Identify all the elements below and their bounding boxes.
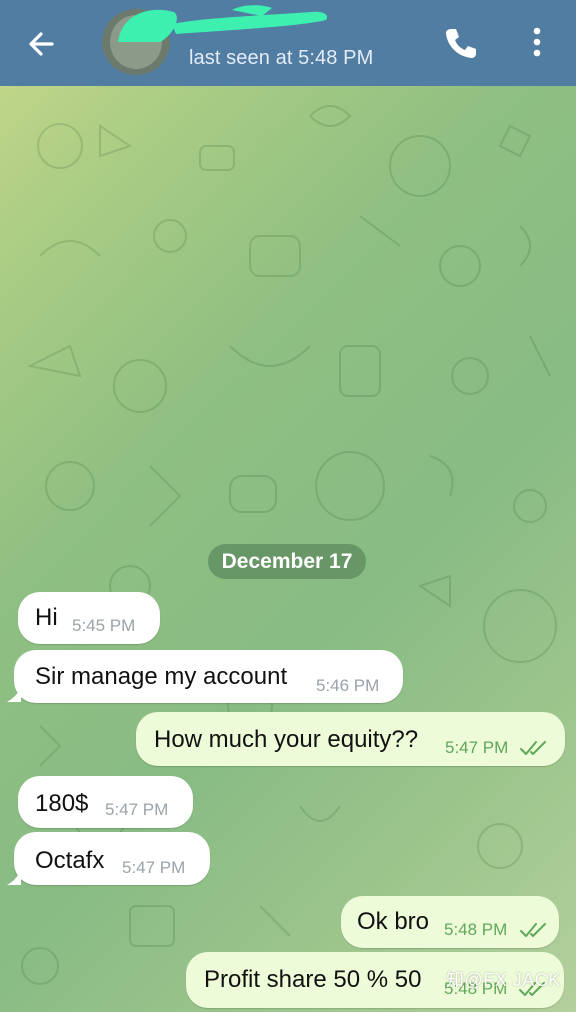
arrow-left-icon[interactable] [22, 24, 62, 64]
message-bubble-outgoing[interactable]: How much your equity?? 5:47 PM [136, 712, 565, 766]
chat-header: last seen at 5:48 PM [0, 0, 576, 86]
last-seen-status: last seen at 5:48 PM [189, 47, 374, 69]
bubble-tail [7, 688, 21, 702]
phone-icon[interactable] [440, 23, 480, 63]
message-bubble-incoming[interactable]: 180$ 5:47 PM [18, 776, 193, 828]
message-time: 5:45 PM [72, 616, 136, 635]
message-time: 5:46 PM [316, 676, 380, 695]
redacted-name-scribble [118, 5, 328, 42]
message-text: Octafx [35, 847, 105, 874]
date-separator: December 17 [208, 544, 366, 579]
double-check-icon [520, 923, 546, 937]
message-bubble-incoming[interactable]: Hi 5:45 PM [18, 592, 160, 644]
more-vertical-icon[interactable] [526, 22, 548, 62]
message-time: 5:47 PM [105, 800, 169, 819]
message-bubble-incoming[interactable]: Octafx 5:47 PM [14, 832, 210, 885]
message-bubble-incoming[interactable]: Sir manage my account 5:46 PM [14, 650, 403, 703]
double-check-icon [520, 741, 546, 755]
message-text: Ok bro [357, 908, 430, 935]
message-text: How much your equity?? [154, 726, 419, 753]
message-time: 5:47 PM [445, 738, 509, 757]
message-time: 5:48 PM [444, 920, 508, 939]
bubble-tail [7, 871, 21, 885]
watermark: 知@FX JACK [446, 970, 561, 990]
message-text: Profit share 50 % 50 [204, 966, 422, 993]
message-text: Hi [35, 604, 58, 631]
message-bubble-outgoing[interactable]: Ok bro 5:48 PM [341, 896, 559, 948]
message-text: Sir manage my account [35, 663, 288, 690]
message-text: 180$ [35, 790, 89, 817]
message-time: 5:47 PM [122, 858, 186, 877]
